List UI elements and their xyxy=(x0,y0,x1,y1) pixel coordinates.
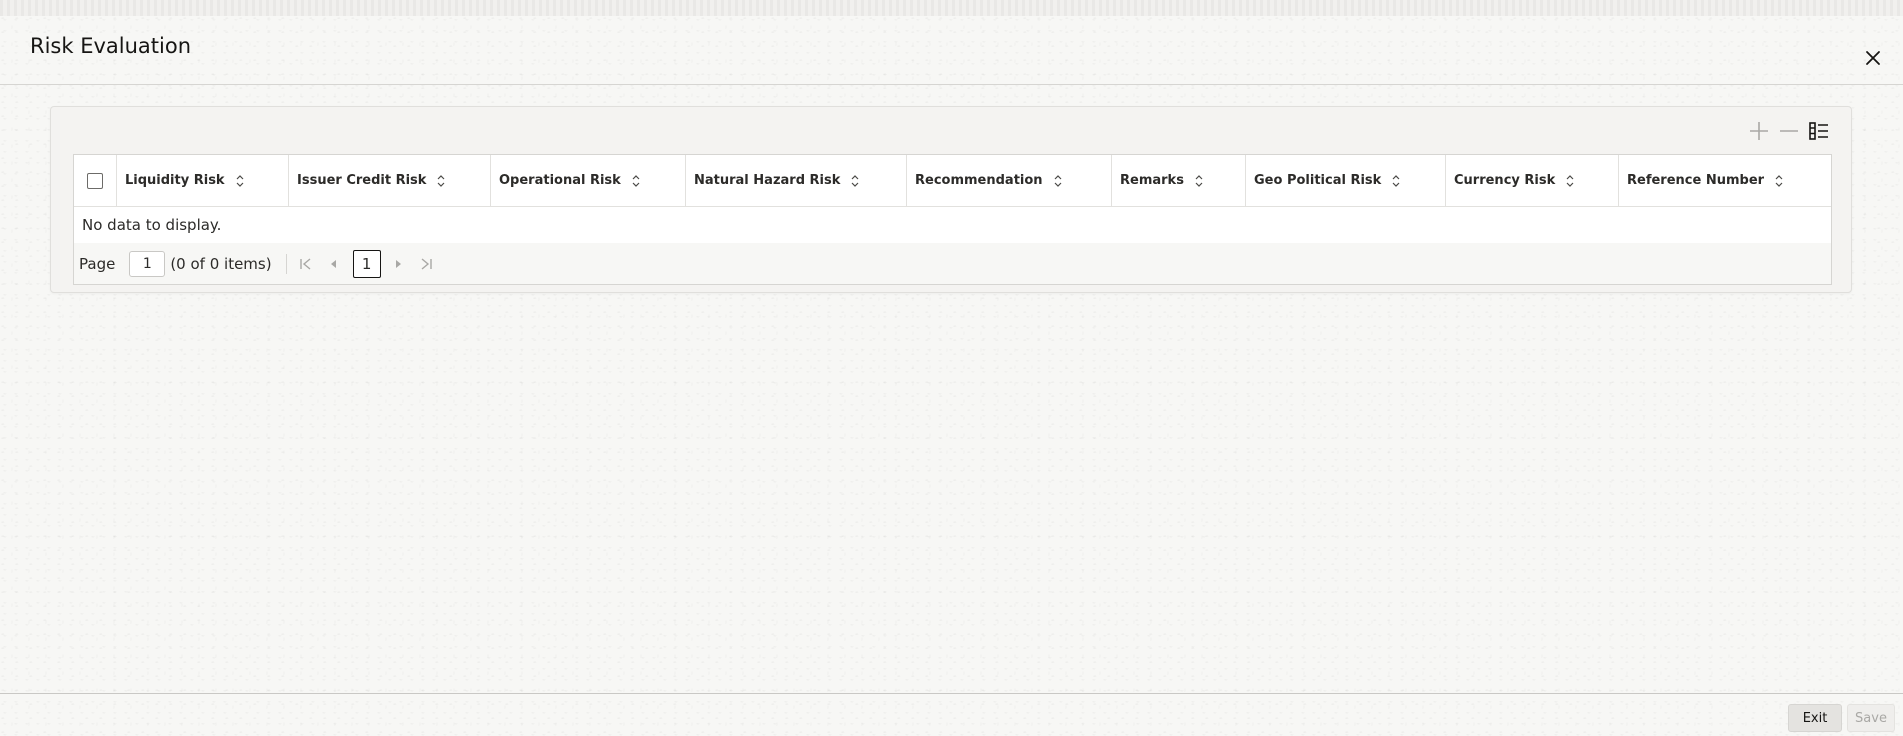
page-title: Risk Evaluation xyxy=(30,34,192,58)
page-number-input[interactable] xyxy=(129,250,166,277)
column-header-label: Geo Political Risk xyxy=(1254,173,1382,188)
select-all-checkbox[interactable] xyxy=(87,172,103,189)
select-all-header xyxy=(74,155,117,206)
pagination-bar: Page (0 of 0 items) 1 xyxy=(74,243,1831,284)
dialog-header xyxy=(0,16,1903,85)
add-row-button[interactable] xyxy=(1747,119,1771,143)
previous-page-icon[interactable] xyxy=(325,255,343,273)
sort-icon[interactable] xyxy=(1774,174,1784,188)
sort-icon[interactable] xyxy=(1053,174,1063,188)
add-icon xyxy=(1750,122,1768,140)
column-header-natural-hazard-risk[interactable]: Natural Hazard Risk xyxy=(686,155,907,206)
sort-icon[interactable] xyxy=(631,174,641,188)
column-settings-button[interactable] xyxy=(1807,119,1831,143)
column-header-currency-risk[interactable]: Currency Risk xyxy=(1446,155,1619,206)
column-header-label: Issuer Credit Risk xyxy=(297,173,427,188)
grid-toolbar xyxy=(1747,119,1831,143)
column-settings-icon xyxy=(1809,122,1828,140)
sort-icon[interactable] xyxy=(235,174,245,188)
column-header-reference-number[interactable]: Reference Number xyxy=(1619,155,1831,206)
column-header-label: Remarks xyxy=(1120,173,1184,188)
last-page-icon[interactable] xyxy=(417,255,435,273)
items-count: (0 of 0 items) xyxy=(170,254,272,273)
column-header-label: Reference Number xyxy=(1627,173,1765,188)
column-header-label: Natural Hazard Risk xyxy=(694,173,841,188)
first-page-icon[interactable] xyxy=(297,255,315,273)
sort-icon[interactable] xyxy=(1194,174,1204,188)
column-header-label: Recommendation xyxy=(915,173,1043,188)
close-icon[interactable] xyxy=(1863,48,1883,68)
column-header-label: Operational Risk xyxy=(499,173,621,188)
remove-row-button[interactable] xyxy=(1777,119,1801,143)
column-header-label: Currency Risk xyxy=(1454,173,1556,188)
column-header-liquidity-risk[interactable]: Liquidity Risk xyxy=(117,155,289,206)
save-button[interactable]: Save xyxy=(1847,704,1895,732)
column-header-operational-risk[interactable]: Operational Risk xyxy=(491,155,686,206)
sort-icon[interactable] xyxy=(1565,174,1575,188)
current-page-button[interactable]: 1 xyxy=(352,249,381,278)
table-header-row: Liquidity Risk Issuer Credit Risk Operat… xyxy=(74,155,1831,207)
empty-table-message: No data to display. xyxy=(74,207,1831,243)
risk-evaluation-panel: Liquidity Risk Issuer Credit Risk Operat… xyxy=(50,106,1852,293)
top-background-strip xyxy=(0,0,1903,16)
sort-icon[interactable] xyxy=(436,174,446,188)
sort-icon[interactable] xyxy=(850,174,860,188)
column-header-issuer-credit-risk[interactable]: Issuer Credit Risk xyxy=(289,155,491,206)
page-label: Page xyxy=(79,254,116,273)
column-header-recommendation[interactable]: Recommendation xyxy=(907,155,1112,206)
remove-icon xyxy=(1780,130,1798,132)
column-header-geo-political-risk[interactable]: Geo Political Risk xyxy=(1246,155,1446,206)
sort-icon[interactable] xyxy=(1391,174,1401,188)
column-header-label: Liquidity Risk xyxy=(125,173,225,188)
column-header-remarks[interactable]: Remarks xyxy=(1112,155,1246,206)
risk-evaluation-table: Liquidity Risk Issuer Credit Risk Operat… xyxy=(73,154,1832,285)
next-page-icon[interactable] xyxy=(389,255,407,273)
pagination-divider xyxy=(285,253,287,274)
exit-button[interactable]: Exit xyxy=(1788,704,1842,732)
dialog-footer: Exit Save xyxy=(0,693,1903,736)
